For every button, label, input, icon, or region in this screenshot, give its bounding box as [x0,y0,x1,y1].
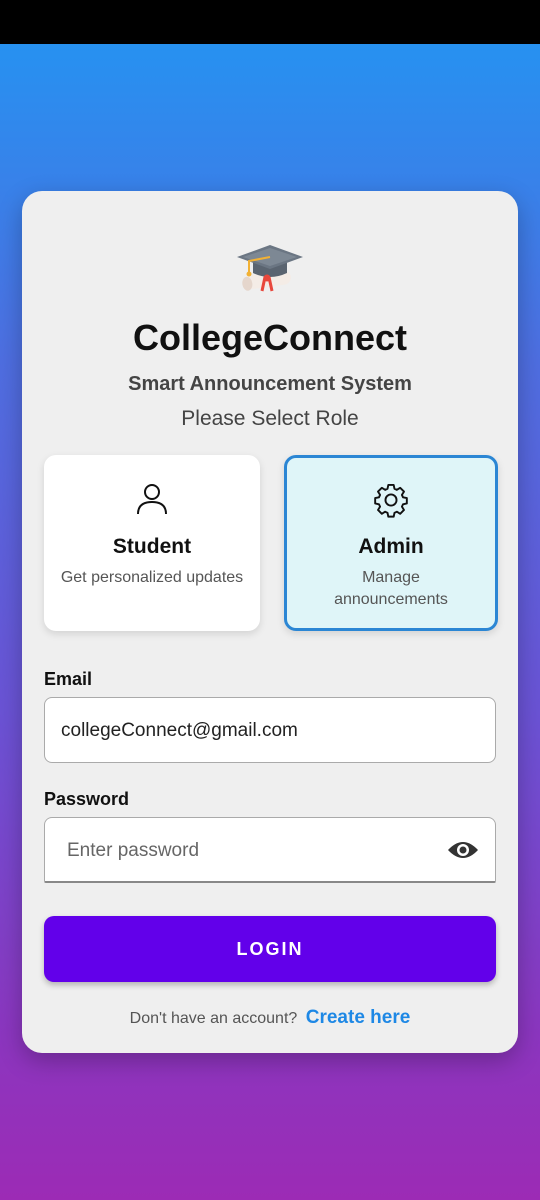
login-button[interactable]: LOGIN [44,916,496,982]
create-account-link[interactable]: Create here [306,1007,411,1028]
gear-icon [287,481,495,518]
role-name-admin: Admin [358,535,424,558]
eye-icon[interactable] [447,838,479,862]
app-title: CollegeConnect [132,317,408,358]
email-field[interactable]: collegeConnect@gmail.com [44,697,496,763]
role-name-student: Student [112,535,192,558]
app-subtitle: Smart Announcement System [128,373,412,395]
signup-row: Don't have an account? Create here [22,1007,518,1029]
password-field[interactable]: Enter password [44,817,496,883]
role-card-admin[interactable]: Admin Manage announcements [284,455,498,631]
role-desc-student: Get personalized updates [60,569,244,586]
graduation-cap-icon [237,245,303,292]
login-card: CollegeConnect Smart Announcement System… [22,191,518,1053]
signup-prompt: Don't have an account? [129,1010,298,1027]
status-bar [0,0,540,44]
email-value: collegeConnect@gmail.com [61,720,298,741]
role-card-student[interactable]: Student Get personalized updates [44,455,260,631]
password-placeholder: Enter password [67,840,200,861]
role-desc-admin: Manage announcements [334,569,448,608]
password-label: Password [44,789,130,809]
app-logo [22,239,518,299]
email-label: Email [44,669,93,689]
user-icon [44,481,260,517]
role-prompt: Please Select Role [181,407,359,430]
